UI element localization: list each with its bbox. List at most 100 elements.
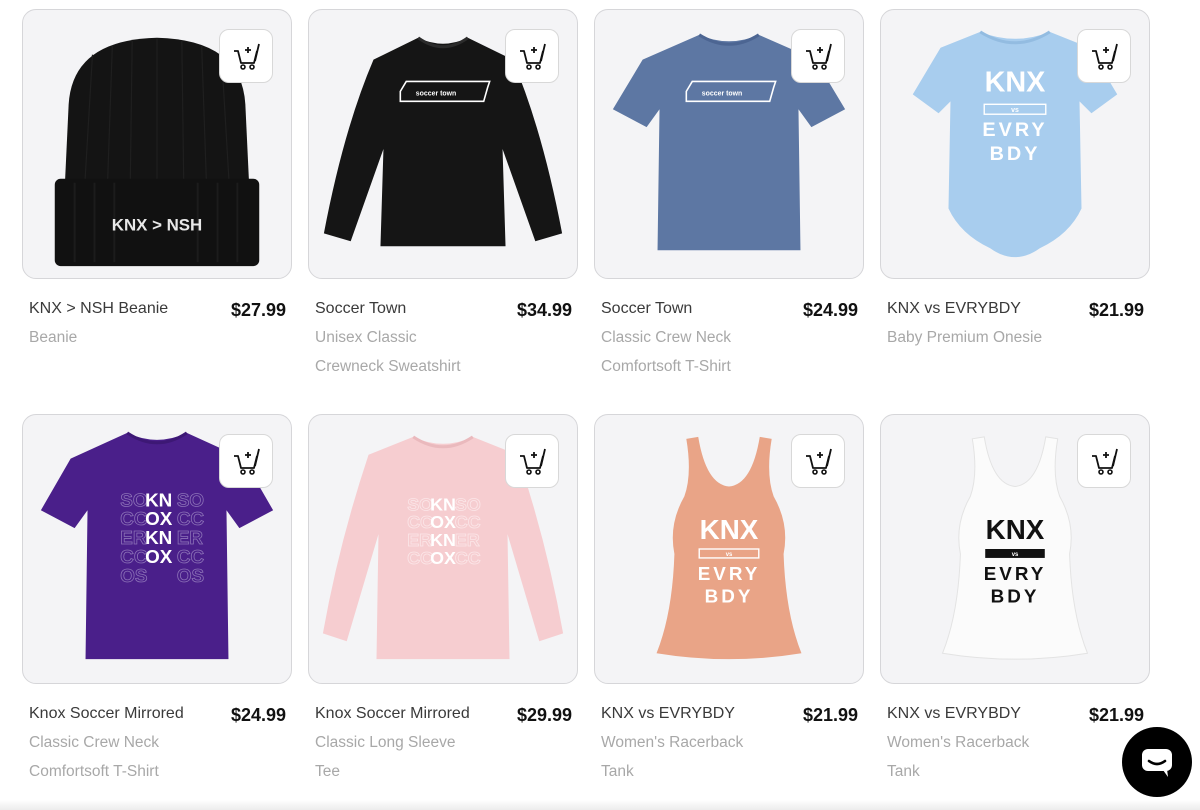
svg-text:EVRY: EVRY <box>984 563 1047 584</box>
add-to-cart-button[interactable] <box>1077 434 1131 488</box>
product-type: Beanie <box>29 323 229 352</box>
svg-text:BDY: BDY <box>991 586 1040 607</box>
product-type-line-2: Tee <box>315 763 340 780</box>
svg-text:EVRY: EVRY <box>982 119 1047 141</box>
product-price: $24.99 <box>802 300 858 320</box>
garment-print: SOCCERCC SOCCERCC KNOXKNOX <box>407 494 481 568</box>
product-card[interactable]: KNX vs EVRY BDY KNX vs EVRYBD <box>880 9 1150 376</box>
svg-text:CC: CC <box>120 508 148 529</box>
add-to-cart-icon <box>234 43 260 70</box>
chat-button[interactable] <box>1122 727 1192 797</box>
product-type: Classic Crew Neck Comfortsoft T-Shirt <box>29 728 229 786</box>
svg-text:vs: vs <box>1011 107 1019 114</box>
svg-text:CC: CC <box>455 548 481 568</box>
chat-bubble-icon <box>1142 749 1172 777</box>
svg-text:OX: OX <box>430 548 456 568</box>
svg-text:EVRY: EVRY <box>698 563 761 584</box>
product-card[interactable]: KNX > NSH KNX > NSH Beanie $27.99 Beanie <box>22 9 292 376</box>
svg-text:OS: OS <box>177 565 204 586</box>
product-image[interactable]: SO CC ER CC SO CC ER CC KN OX KN OX <box>308 414 578 684</box>
product-price: $29.99 <box>516 705 572 725</box>
product-type-line-2: Tank <box>887 763 920 780</box>
add-to-cart-button[interactable] <box>505 434 559 488</box>
product-price: $21.99 <box>1088 705 1144 725</box>
product-info: KNX > NSH Beanie $27.99 Beanie <box>22 299 292 352</box>
product-info: Knox Soccer Mirrored $24.99 Classic Crew… <box>22 704 292 786</box>
product-type-line-1: Beanie <box>29 329 78 346</box>
product-card[interactable]: KNX vs EVRY BDY KNX vs EVRYBD <box>880 414 1150 781</box>
product-type-line-2: Comfortsoft T-Shirt <box>29 763 159 780</box>
product-card[interactable]: SO CC ER CC OS SO CC ER CC OS KN OX KN OX <box>22 414 292 781</box>
product-price: $21.99 <box>1088 300 1144 320</box>
add-to-cart-button[interactable] <box>791 29 845 83</box>
product-type-line-1: Unisex Classic <box>315 329 417 346</box>
garment-print: KNX > NSH <box>112 215 202 234</box>
product-info: KNX vs EVRYBDY $21.99 Women's Racerback … <box>594 704 864 786</box>
product-image[interactable]: KNX vs EVRY BDY <box>880 414 1150 684</box>
svg-text:SO: SO <box>120 489 147 510</box>
svg-text:vs: vs <box>726 552 733 558</box>
product-info: KNX vs EVRYBDY $21.99 Baby Premium Onesi… <box>880 299 1150 352</box>
add-to-cart-button[interactable] <box>1077 29 1131 83</box>
product-type: Baby Premium Onesie <box>887 323 1087 352</box>
product-info: Soccer Town $24.99 Classic Crew Neck Com… <box>594 299 864 381</box>
svg-text:BDY: BDY <box>990 143 1041 165</box>
svg-text:KNX: KNX <box>700 514 759 545</box>
svg-text:CC: CC <box>177 508 205 529</box>
garment-print: soccer town <box>416 90 456 97</box>
product-image[interactable]: soccer town <box>308 9 578 279</box>
svg-text:KNX: KNX <box>985 66 1046 98</box>
product-grid: KNX > NSH KNX > NSH Beanie $27.99 Beanie <box>22 9 1150 781</box>
product-image[interactable]: KNX > NSH <box>22 9 292 279</box>
page-bottom-edge <box>0 800 1200 810</box>
product-image[interactable]: KNX vs EVRY BDY <box>594 414 864 684</box>
svg-text:OX: OX <box>145 546 173 567</box>
product-type-line-1: Women's Racerback <box>601 734 744 751</box>
add-to-cart-button[interactable] <box>505 29 559 83</box>
product-image[interactable]: SO CC ER CC OS SO CC ER CC OS KN OX KN OX <box>22 414 292 684</box>
product-type: Women's Racerback Tank <box>887 728 1087 786</box>
product-image[interactable]: KNX vs EVRY BDY <box>880 9 1150 279</box>
product-price: $21.99 <box>802 705 858 725</box>
svg-text:ER: ER <box>177 527 204 548</box>
add-to-cart-button[interactable] <box>791 434 845 488</box>
product-info: Knox Soccer Mirrored $29.99 Classic Long… <box>308 704 578 786</box>
svg-text:SO: SO <box>177 489 204 510</box>
product-price: $24.99 <box>230 705 286 725</box>
add-to-cart-button[interactable] <box>219 29 273 83</box>
svg-text:CC: CC <box>177 546 205 567</box>
product-type-line-1: Classic Crew Neck <box>29 734 160 751</box>
product-type: Women's Racerback Tank <box>601 728 801 786</box>
svg-text:KN: KN <box>145 527 172 548</box>
add-to-cart-button[interactable] <box>219 434 273 488</box>
product-card[interactable]: SO CC ER CC SO CC ER CC KN OX KN OX Knox… <box>308 414 578 781</box>
product-info: KNX vs EVRYBDY $21.99 Women's Racerback … <box>880 704 1150 786</box>
add-to-cart-icon <box>520 43 546 70</box>
svg-text:OX: OX <box>145 508 173 529</box>
product-info: Soccer Town $34.99 Unisex Classic Crewne… <box>308 299 578 381</box>
svg-text:BDY: BDY <box>705 586 754 607</box>
product-type: Classic Long Sleeve Tee <box>315 728 515 786</box>
product-type-line-1: Women's Racerback <box>887 734 1030 751</box>
product-card[interactable]: soccer town Soccer Town $34.99 Unisex Cl… <box>308 9 578 376</box>
product-type-line-2: Comfortsoft T-Shirt <box>601 358 731 375</box>
product-type-line-1: Classic Long Sleeve <box>315 734 456 751</box>
svg-text:KN: KN <box>145 489 172 510</box>
svg-text:KNX: KNX <box>986 514 1045 545</box>
product-image[interactable]: soccer town <box>594 9 864 279</box>
garment-print: soccer town <box>702 90 742 97</box>
product-type: Unisex Classic Crewneck Sweatshirt <box>315 323 515 381</box>
product-type-line-1: Classic Crew Neck <box>601 329 732 346</box>
add-to-cart-icon <box>806 448 832 475</box>
add-to-cart-icon <box>1092 43 1118 70</box>
svg-text:vs: vs <box>1012 552 1019 558</box>
product-card[interactable]: soccer town Soccer Town $24.99 Classic C… <box>594 9 864 376</box>
product-type: Classic Crew Neck Comfortsoft T-Shirt <box>601 323 801 381</box>
add-to-cart-icon <box>234 448 260 475</box>
add-to-cart-icon <box>806 43 832 70</box>
svg-text:CC: CC <box>120 546 148 567</box>
product-price: $27.99 <box>230 300 286 320</box>
product-type-line-2: Tank <box>601 763 634 780</box>
product-type-line-1: Baby Premium Onesie <box>887 329 1043 346</box>
product-card[interactable]: KNX vs EVRY BDY KNX vs EVRYBD <box>594 414 864 781</box>
